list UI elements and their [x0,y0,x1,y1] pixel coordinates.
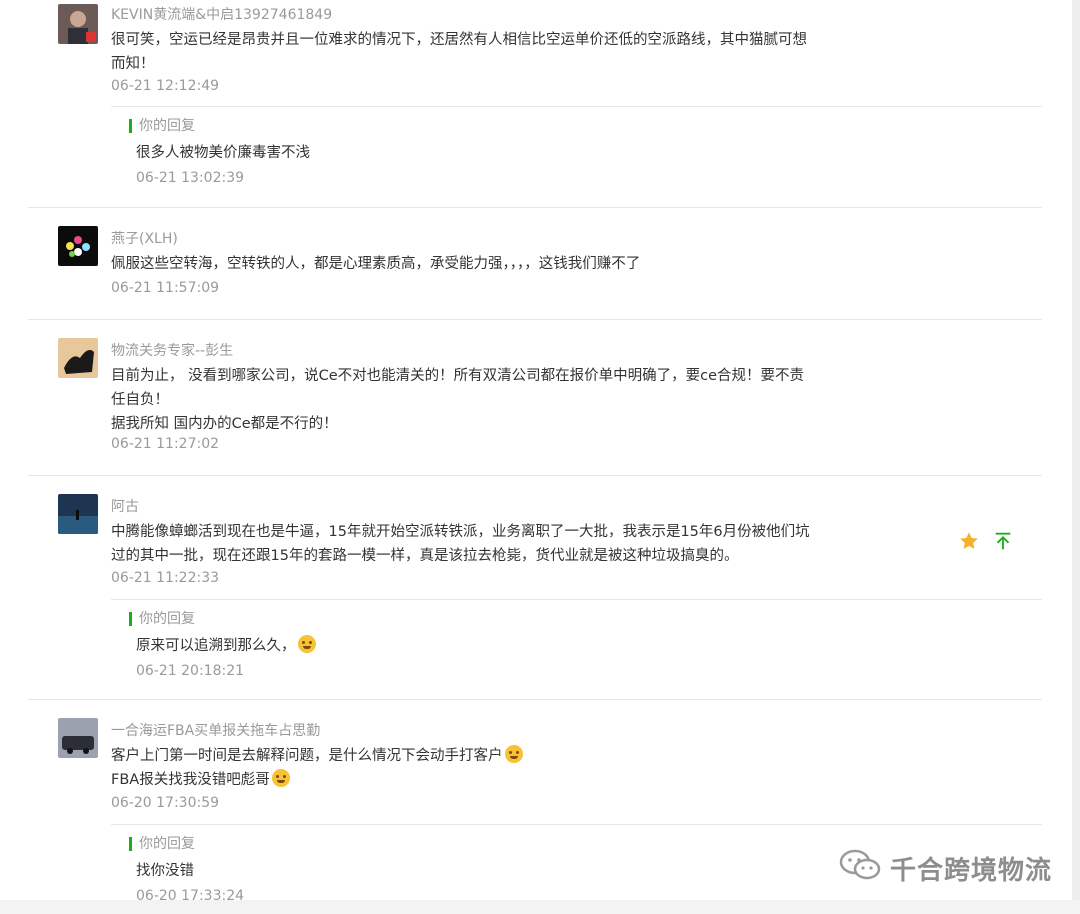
comment-item: 物流关务专家--彭生 目前为止， 没看到哪家公司，说Ce不对也能清关的！所有双清… [28,320,1042,476]
comment-time: 06-21 11:22:33 [111,570,220,586]
reply-label: 你的回复 [129,612,195,626]
avatar[interactable] [58,338,98,378]
pin-top-icon[interactable] [992,530,1014,552]
emoji-icon [271,769,290,787]
bottom-toolbar [0,900,1080,914]
comment-item: 燕子(XLH) 佩服这些空转海，空转铁的人，都是心理素质高，承受能力强，，，，这… [28,208,1042,320]
avatar[interactable] [58,718,98,758]
wechat-icon [838,848,882,889]
comment-content-line: FBA报关找我没错吧彪哥 [111,772,270,788]
reply-block: 你的回复 很多人被物美价廉毒害不浅 06-21 13:02:39 [111,106,1042,208]
reply-time: 06-21 13:02:39 [136,170,245,186]
comment-content-line: 客户上门第一时间是去解释问题，是什么情况下会动手打客户 [111,748,503,764]
emoji-icon [297,635,316,653]
comment-nickname: 燕子(XLH) [111,231,178,247]
reply-label: 你的回复 [129,837,195,851]
comment-item: KEVIN黄流端&中启13927461849 很可笑，空运已经是昂贵并且一位难求… [28,0,1042,208]
reply-block: 你的回复 原来可以追溯到那么久， 06-21 20:18:21 [111,599,1042,700]
emoji-icon [504,745,523,763]
avatar[interactable] [58,494,98,534]
comment-time: 06-20 17:30:59 [111,795,220,811]
watermark: 千合跨境物流 [838,848,1052,889]
comment-nickname: KEVIN黄流端&中启13927461849 [111,7,333,23]
comment-content: 客户上门第一时间是去解释问题，是什么情况下会动手打客户 FBA报关找我没错吧彪哥 [111,744,811,792]
star-icon[interactable] [958,530,980,552]
comment-nickname: 一合海运FBA买单报关拖车占思勤 [111,723,321,739]
reply-text: 很多人被物美价廉毒害不浅 [136,145,310,161]
watermark-text: 千合跨境物流 [890,856,1053,886]
comment-time: 06-21 12:12:49 [111,78,220,94]
avatar[interactable] [58,4,98,44]
comment-nickname: 阿古 [111,499,139,515]
comment-time: 06-21 11:27:02 [111,436,220,452]
avatar[interactable] [58,226,98,266]
reply-text: 原来可以追溯到那么久， [136,634,316,658]
comment-content: 目前为止， 没看到哪家公司，说Ce不对也能清关的！所有双清公司都在报价单中明确了… [111,368,805,432]
comment-time: 06-21 11:57:09 [111,280,220,296]
reply-label: 你的回复 [129,119,195,133]
scrollbar-track[interactable] [1072,0,1080,914]
comment-content: 佩服这些空转海，空转铁的人，都是心理素质高，承受能力强，，，，这钱我们赚不了 [111,256,641,272]
comment-item: 阿古 中腾能像蟑螂活到现在也是牛逼，15年就开始空派转铁派，业务离职了一大批，我… [28,476,1042,700]
reply-text-value: 原来可以追溯到那么久， [136,638,296,654]
reply-text: 找你没错 [136,863,194,879]
reply-time: 06-21 20:18:21 [136,663,245,679]
comment-nickname: 物流关务专家--彭生 [111,343,234,359]
comment-content: 中腾能像蟑螂活到现在也是牛逼，15年就开始空派转铁派，业务离职了一大批，我表示是… [111,524,810,564]
comment-content: 很可笑，空运已经是昂贵并且一位难求的情况下，还居然有人相信比空运单价还低的空派路… [111,32,807,72]
